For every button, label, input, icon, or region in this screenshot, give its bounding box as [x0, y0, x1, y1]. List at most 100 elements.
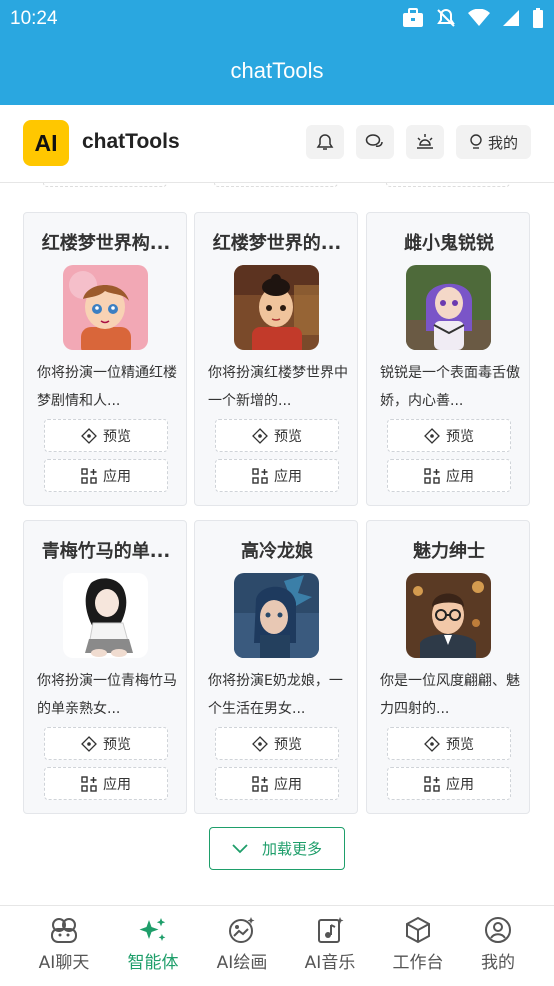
brand-name: chatTools: [82, 130, 180, 153]
load-more-label: 加载更多: [261, 840, 322, 858]
preview-icon: [424, 735, 440, 752]
agent-card-title: 红楼梦世界构...: [41, 233, 171, 254]
tab-mine[interactable]: 我的: [458, 916, 538, 973]
preview-button[interactable]: 预览: [44, 419, 168, 452]
apply-label: 应用: [274, 468, 302, 485]
agent-card-description: 你将扮演一位精通红楼梦剧情和人...: [37, 365, 177, 409]
app-bar-title: chatTools: [230, 58, 324, 83]
preview-button[interactable]: 预览: [387, 419, 511, 452]
apps-add-icon: [81, 775, 97, 792]
agent-card-title: 高冷龙娘: [241, 541, 313, 562]
agent-card-description: 你将扮演一位青梅竹马的单亲熟女...: [37, 673, 177, 717]
agent-card-description: 锐锐是一个表面毒舌傲娇，内心善...: [380, 365, 520, 409]
apply-label: 应用: [446, 776, 474, 793]
music-note-icon: [318, 917, 344, 943]
tab-label: 工作台: [392, 953, 444, 973]
agent-card[interactable]: 青梅竹马的单... 你将扮演一位青梅竹马的单亲熟女... 预览 应用: [23, 520, 187, 814]
sun-icon: [417, 134, 433, 149]
wifi-icon: [468, 9, 490, 26]
chat-icon: [365, 134, 383, 147]
status-time: 10:24: [10, 8, 58, 29]
chat-bubbles-icon: [51, 918, 77, 943]
agent-avatar: [63, 265, 148, 350]
preview-label: 预览: [446, 736, 474, 753]
notification-button[interactable]: [306, 125, 344, 159]
preview-label: 预览: [274, 736, 302, 753]
app-logo: AI: [23, 120, 69, 166]
agent-avatar: [234, 573, 319, 658]
apply-button[interactable]: 应用: [44, 767, 168, 800]
status-bar: 10:24: [0, 0, 554, 38]
apply-button[interactable]: 应用: [215, 767, 339, 800]
preview-label: 预览: [274, 428, 302, 445]
tab-label: AI音乐: [304, 953, 356, 973]
tab-ai-drawing[interactable]: AI绘画: [202, 916, 282, 973]
preview-button[interactable]: 预览: [44, 727, 168, 760]
apply-button[interactable]: 应用: [387, 767, 511, 800]
agent-card[interactable]: 红楼梦世界构... 你将扮演一位精通红楼梦剧情和人... 预览 应用: [23, 212, 187, 506]
agent-card-title: 魅力绅士: [413, 541, 485, 562]
tab-label: 智能体: [127, 953, 179, 973]
tab-ai-chat[interactable]: AI聊天: [24, 916, 104, 973]
page-header: AI chatTools 我的: [0, 105, 554, 183]
apply-label: 应用: [446, 468, 474, 485]
preview-button[interactable]: 预览: [215, 419, 339, 452]
chevron-down-icon: [232, 843, 248, 853]
preview-button[interactable]: 预览: [387, 727, 511, 760]
agent-card-description: 你将扮演红楼梦世界中一个新增的...: [208, 365, 348, 409]
agent-card[interactable]: 魅力绅士 你是一位风度翩翩、魅力四射的... 预览 应用: [366, 520, 530, 814]
agent-card-title: 青梅竹马的单...: [41, 541, 171, 562]
apply-button[interactable]: 应用: [215, 459, 339, 492]
my-account-button[interactable]: 我的: [456, 125, 531, 159]
tab-workbench[interactable]: 工作台: [378, 916, 458, 973]
preview-button[interactable]: 预览: [215, 727, 339, 760]
agent-avatar: [406, 265, 491, 350]
apply-label: 应用: [103, 776, 131, 793]
briefcase-icon: [403, 8, 423, 27]
preview-icon: [252, 427, 268, 444]
agent-card[interactable]: 高冷龙娘 你将扮演E奶龙娘，一个生活在男女... 预览 应用: [194, 520, 358, 814]
load-more-button[interactable]: 加载更多: [209, 827, 345, 870]
apps-add-icon: [424, 775, 440, 792]
lightbulb-icon: [470, 134, 482, 149]
agent-card-description: 你将扮演E奶龙娘，一个生活在男女...: [208, 673, 343, 717]
agent-card-title: 红楼梦世界的...: [212, 233, 342, 254]
previous-card-button-edge: [43, 183, 167, 187]
tab-label: 我的: [481, 953, 515, 973]
battery-icon: [533, 8, 543, 28]
preview-label: 预览: [446, 428, 474, 445]
signal-icon: [503, 10, 519, 26]
agent-card[interactable]: 雌小鬼锐锐 锐锐是一个表面毒舌傲娇，内心善... 预览 应用: [366, 212, 530, 506]
bell-off-icon: [437, 8, 455, 27]
my-account-label: 我的: [487, 133, 518, 152]
apps-add-icon: [252, 467, 268, 484]
apps-add-icon: [424, 467, 440, 484]
preview-icon: [81, 427, 97, 444]
tab-label: AI聊天: [38, 953, 90, 973]
agent-avatar: [406, 573, 491, 658]
preview-icon: [81, 735, 97, 752]
tab-label: AI绘画: [216, 953, 268, 973]
preview-label: 预览: [103, 736, 131, 753]
bell-icon: [316, 134, 334, 150]
bottom-tab-bar: AI聊天 智能体 AI绘画 AI音乐 工作台 我的: [0, 905, 554, 986]
agent-card-title: 雌小鬼锐锐: [404, 233, 494, 254]
previous-card-button-edge: [214, 183, 338, 187]
theme-toggle-button[interactable]: [406, 125, 444, 159]
preview-icon: [424, 427, 440, 444]
messages-button[interactable]: [356, 125, 394, 159]
agent-grid: 红楼梦世界构... 你将扮演一位精通红楼梦剧情和人... 预览 应用 红楼梦世界…: [0, 183, 554, 905]
previous-card-button-edge: [386, 183, 510, 187]
palette-icon: [229, 917, 255, 943]
apply-label: 应用: [103, 468, 131, 485]
tab-agents[interactable]: 智能体: [113, 916, 193, 973]
agent-card[interactable]: 红楼梦世界的... 你将扮演红楼梦世界中一个新增的... 预览 应用: [194, 212, 358, 506]
apply-button[interactable]: 应用: [387, 459, 511, 492]
preview-icon: [252, 735, 268, 752]
tab-ai-music[interactable]: AI音乐: [290, 916, 370, 973]
cube-icon: [406, 916, 430, 944]
apply-button[interactable]: 应用: [44, 459, 168, 492]
agent-avatar: [63, 573, 148, 658]
agent-avatar: [234, 265, 319, 350]
agent-card-description: 你是一位风度翩翩、魅力四射的...: [380, 673, 520, 717]
